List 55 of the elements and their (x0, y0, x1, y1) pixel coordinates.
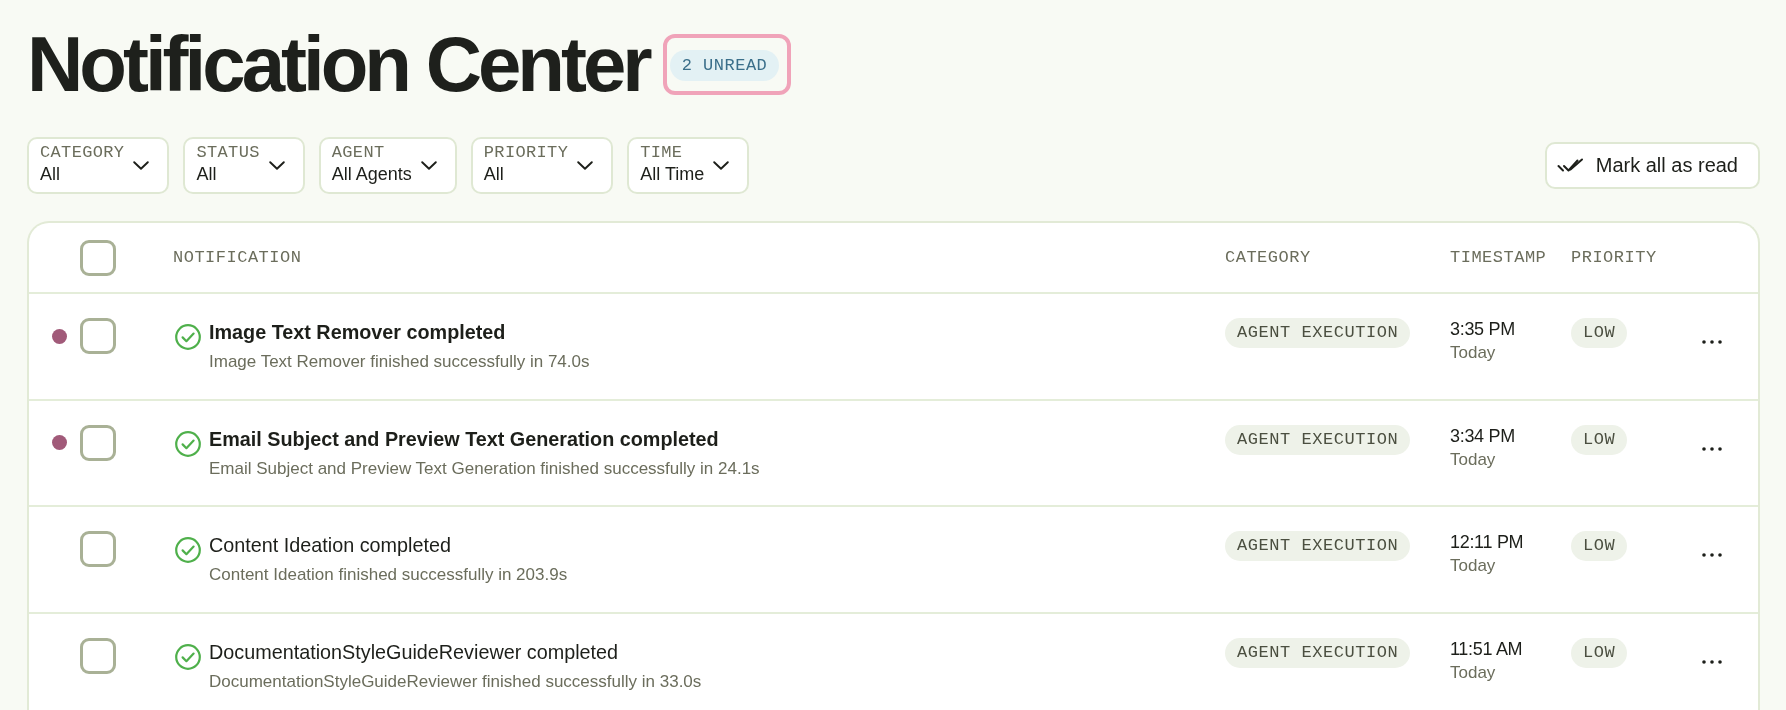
filter-dropdown[interactable]: AGENT All Agents (318, 137, 457, 194)
double-check-icon (1556, 158, 1584, 173)
row-checkbox[interactable] (80, 318, 116, 354)
notification-message: Email Subject and Preview Text Generation finished successfully in 24.1s (209, 457, 760, 480)
chevron-down-icon (268, 160, 285, 170)
row-checkbox[interactable] (80, 531, 116, 567)
unread-badge: 2 UNREAD (669, 49, 780, 81)
category-tag: AGENT EXECUTION (1225, 424, 1411, 455)
date-text: Today (1450, 555, 1497, 577)
check-circle-icon (175, 430, 201, 457)
more-options-icon[interactable] (1702, 446, 1722, 451)
category-tag: AGENT EXECUTION (1225, 318, 1411, 348)
notification-title: Email Subject and Preview Text Generation completed (209, 426, 720, 452)
priority-tag: LOW (1571, 318, 1628, 348)
filter-dropdown[interactable]: PRIORITY All (470, 137, 614, 194)
priority-tag: LOW (1571, 531, 1628, 561)
chevron-down-icon (133, 160, 150, 170)
date-text: Today (1450, 661, 1497, 684)
select-all-checkbox[interactable] (80, 239, 116, 276)
chevron-down-icon (420, 160, 437, 170)
row-checkbox[interactable] (80, 424, 116, 461)
check-circle-icon (175, 537, 201, 563)
page-title: Notification Center (27, 25, 649, 103)
notification-message: Content Ideation finished successfully in 203.9s (209, 564, 568, 586)
column-header: NOTIFICATION (173, 248, 303, 267)
time-text: 12:11 PM (1450, 531, 1525, 553)
more-options-icon[interactable] (1702, 553, 1722, 557)
time-text: 3:34 PM (1450, 424, 1516, 447)
category-tag: AGENT EXECUTION (1225, 637, 1411, 668)
priority-tag: LOW (1571, 637, 1628, 668)
chevron-down-icon (713, 160, 730, 170)
notification-title: Content Ideation completed (209, 533, 452, 558)
more-options-icon[interactable] (1702, 659, 1722, 664)
filter-dropdown[interactable]: CATEGORY All (27, 137, 170, 194)
column-header: CATEGORY (1225, 248, 1312, 267)
notification-title: DocumentationStyleGuideReviewer completed (209, 639, 620, 665)
priority-tag: LOW (1571, 424, 1628, 455)
check-circle-icon (175, 324, 201, 350)
notification-title: Image Text Remover completed (209, 320, 507, 345)
more-options-icon[interactable] (1702, 340, 1722, 344)
category-tag: AGENT EXECUTION (1225, 531, 1411, 561)
date-text: Today (1450, 342, 1497, 364)
time-text: 3:35 PM (1450, 318, 1516, 340)
notification-message: DocumentationStyleGuideReviewer finished successfully in 33.0s (209, 670, 702, 693)
mark-all-read-button[interactable]: Mark all as read (1544, 142, 1760, 189)
filter-dropdown[interactable]: TIME All Time (627, 137, 750, 194)
row-checkbox[interactable] (80, 637, 116, 674)
notification-message: Image Text Remover finished successfully in 74.0s (209, 351, 590, 373)
chevron-down-icon (577, 160, 594, 170)
filter-dropdown[interactable]: STATUS All (183, 137, 305, 194)
date-text: Today (1450, 448, 1497, 471)
time-text: 11:51 AM (1450, 637, 1524, 660)
column-header: PRIORITY (1571, 248, 1658, 267)
column-header: TIMESTAMP (1450, 248, 1548, 267)
check-circle-icon (175, 643, 201, 670)
